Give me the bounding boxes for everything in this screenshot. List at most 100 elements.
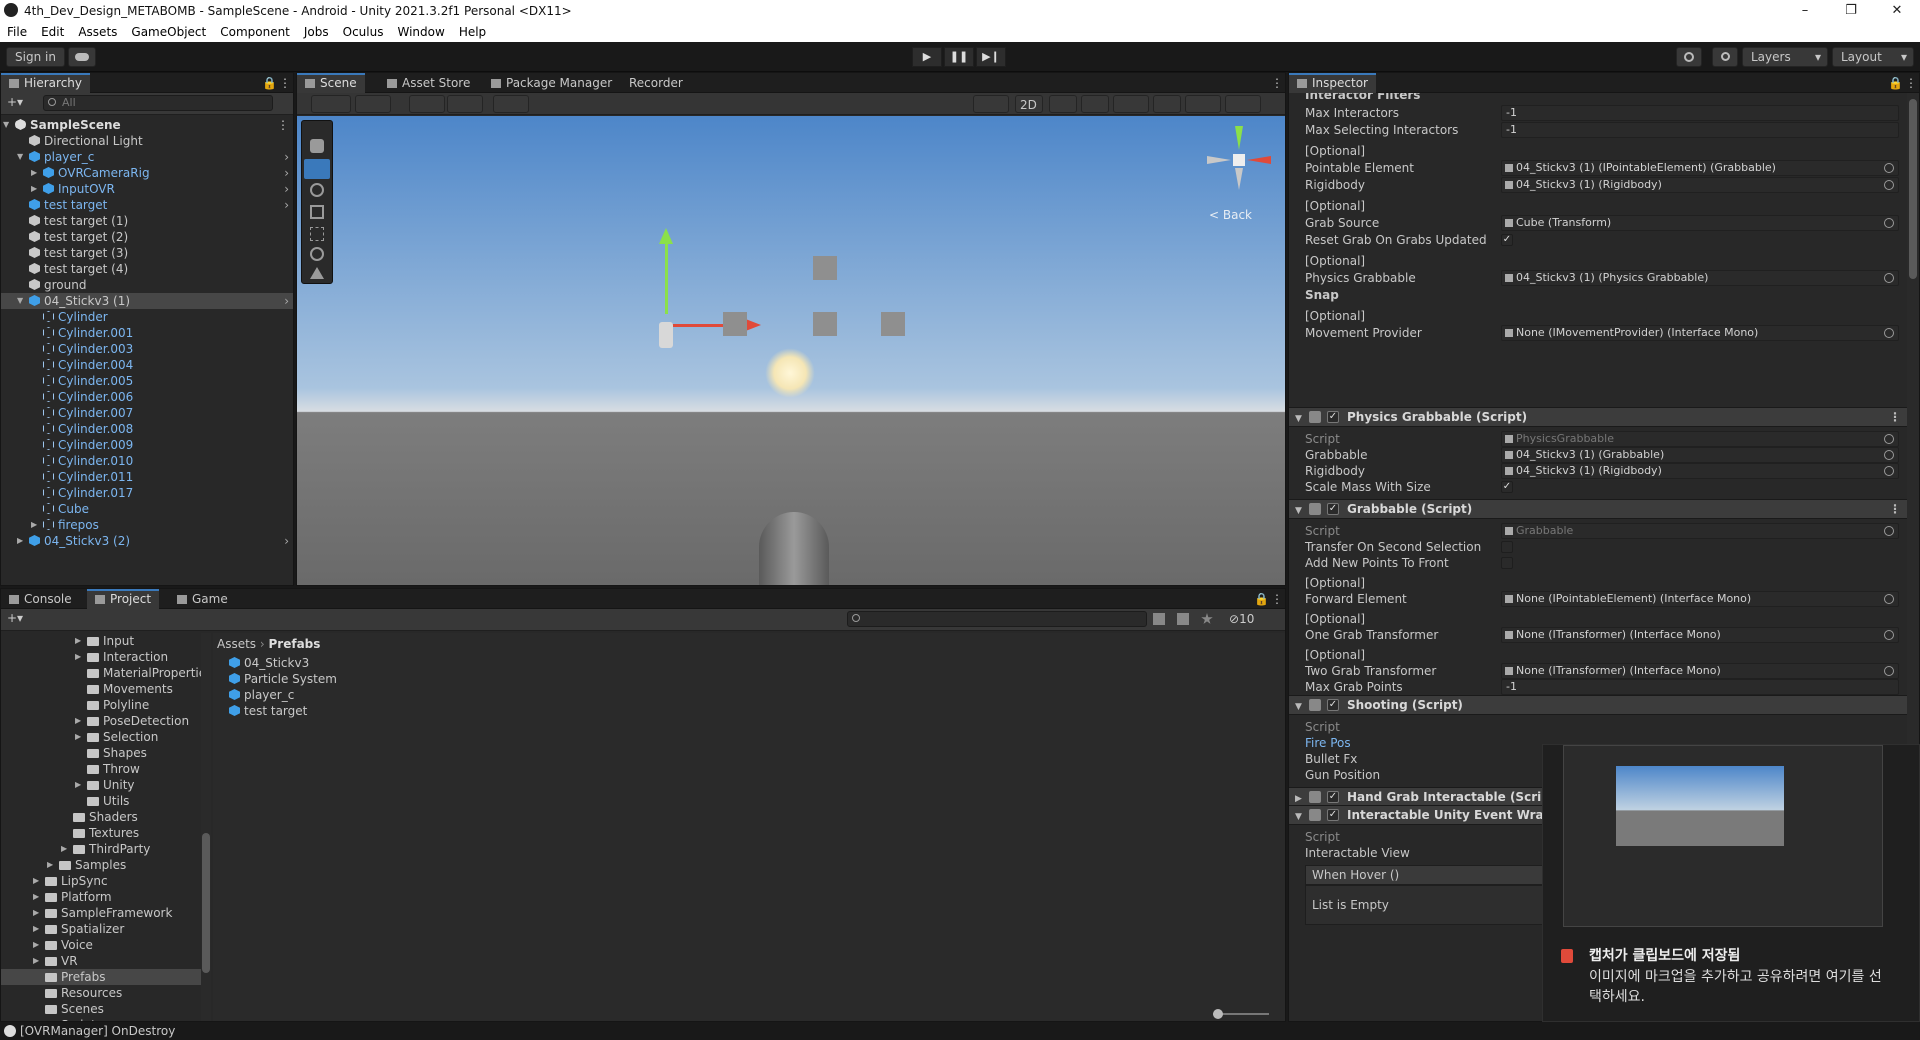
component-physics-grabbable[interactable]: ▼ ✓ Physics Grabbable (Script) ⋮ <box>1289 407 1907 427</box>
object-picker-icon[interactable] <box>1884 450 1894 460</box>
foldout-arrow-icon[interactable]: ▼ <box>1295 410 1302 428</box>
object-field[interactable]: None (ITransformer) (Interface Mono) <box>1501 663 1899 679</box>
hierarchy-item[interactable]: Cylinder.006 <box>1 389 293 405</box>
object-picker-icon[interactable] <box>1884 218 1894 228</box>
hidden-packages-count[interactable]: ⊘10 <box>1229 612 1254 626</box>
hierarchy-item[interactable]: ground <box>1 277 293 293</box>
foldout-collapsed-icon[interactable]: ▶ <box>75 713 81 729</box>
chevron-right-icon[interactable]: › <box>284 533 289 549</box>
checkbox[interactable]: ✓ <box>1501 481 1513 493</box>
object-field[interactable]: 04_Stickv3 (1) (Rigidbody) <box>1501 177 1899 193</box>
project-folder-item[interactable]: ▶ VR <box>1 953 201 969</box>
more-menu-icon[interactable]: ⋮ <box>1889 500 1901 518</box>
menu-component[interactable]: Component <box>213 22 297 42</box>
checkbox[interactable]: ✓ <box>1501 234 1513 246</box>
layers-dropdown[interactable]: Layers ▾ <box>1742 47 1828 67</box>
hierarchy-item[interactable]: Cylinder.003 <box>1 341 293 357</box>
chevron-right-icon[interactable]: › <box>284 181 289 197</box>
hierarchy-item[interactable]: test target (4) <box>1 261 293 277</box>
tab-scene[interactable]: Scene <box>297 73 365 93</box>
tab-asset-store[interactable]: Asset Store <box>379 73 478 93</box>
tab-package-manager[interactable]: Package Manager <box>483 73 620 93</box>
move-handle-y[interactable] <box>665 240 668 314</box>
lock-icon[interactable]: 🔒 <box>1888 73 1903 93</box>
project-folder-item[interactable]: Prefabs <box>1 969 201 985</box>
object-picker-icon[interactable] <box>1884 526 1894 536</box>
close-button[interactable]: ✕ <box>1874 0 1920 22</box>
2d-toggle-button[interactable]: 2D <box>1015 95 1043 113</box>
project-folder-item[interactable]: Scripts <box>1 1017 201 1021</box>
hierarchy-item[interactable]: ▼ SampleScene ⋮ <box>1 117 293 133</box>
hierarchy-item[interactable]: test target (2) <box>1 229 293 245</box>
foldout-expanded-icon[interactable]: ▼ <box>3 117 9 133</box>
chevron-right-icon[interactable]: › <box>284 149 289 165</box>
project-folder-item[interactable]: Textures <box>1 825 201 841</box>
object-picker-icon[interactable] <box>1884 273 1894 283</box>
component-enabled-checkbox[interactable]: ✓ <box>1327 503 1339 515</box>
increment-snap-dropdown[interactable] <box>447 95 483 113</box>
foldout-expanded-icon[interactable]: ▼ <box>17 149 23 165</box>
lighting-toggle-button[interactable] <box>1049 95 1077 113</box>
project-folder-item[interactable]: ▶ SampleFramework <box>1 905 201 921</box>
object-field[interactable]: PhysicsGrabbable <box>1501 431 1899 447</box>
tab-console[interactable]: Console <box>1 589 80 609</box>
foldout-collapsed-icon[interactable]: ▶ <box>75 649 81 665</box>
scene-object-cube[interactable] <box>723 312 747 336</box>
tab-inspector[interactable]: Inspector <box>1289 73 1376 93</box>
step-button[interactable]: ▶❙ <box>976 47 1006 67</box>
favorites-star-icon[interactable] <box>1201 613 1213 624</box>
project-folder-item[interactable]: ▶ Interaction <box>1 649 201 665</box>
scene-object-cube[interactable] <box>813 256 837 280</box>
project-folder-item[interactable]: ▶ Unity <box>1 777 201 793</box>
transform-tool-icon[interactable] <box>310 247 324 261</box>
foldout-collapsed-icon[interactable]: ▶ <box>33 905 39 921</box>
object-picker-icon[interactable] <box>1884 466 1894 476</box>
hierarchy-item[interactable]: Cylinder.004 <box>1 357 293 373</box>
project-folder-item[interactable]: ▶ Selection <box>1 729 201 745</box>
minimize-button[interactable]: – <box>1782 0 1828 22</box>
hierarchy-item[interactable]: Cylinder.007 <box>1 405 293 421</box>
breadcrumb-assets[interactable]: Assets <box>217 637 256 651</box>
rect-tool-icon[interactable] <box>310 227 324 241</box>
lock-icon[interactable]: 🔒 <box>1254 589 1269 609</box>
project-folder-item[interactable]: ▶ Spatializer <box>1 921 201 937</box>
foldout-arrow-icon[interactable]: ▼ <box>1295 502 1302 520</box>
project-folder-item[interactable]: Movements <box>1 681 201 697</box>
number-field[interactable]: -1 <box>1501 105 1899 121</box>
project-folder-item[interactable]: ▶ Input <box>1 633 201 649</box>
foldout-collapsed-icon[interactable]: ▶ <box>33 889 39 905</box>
number-field[interactable]: -1 <box>1501 122 1899 138</box>
lock-icon[interactable]: 🔒 <box>262 73 277 93</box>
slider-thumb[interactable] <box>1213 1009 1223 1019</box>
move-tool-icon[interactable] <box>304 159 330 179</box>
status-message[interactable]: [OVRManager] OnDestroy <box>20 1022 175 1040</box>
menu-file[interactable]: File <box>0 22 34 42</box>
project-folder-item[interactable]: Throw <box>1 761 201 777</box>
project-folder-item[interactable]: MaterialPropertie <box>1 665 201 681</box>
scene-object-stick[interactable] <box>659 322 673 348</box>
hierarchy-item[interactable]: ▶ InputOVR › <box>1 181 293 197</box>
draw-mode-dropdown[interactable] <box>311 95 351 113</box>
hierarchy-search-input[interactable]: All <box>43 95 273 111</box>
hierarchy-item[interactable]: Cylinder <box>1 309 293 325</box>
foldout-collapsed-icon[interactable]: ▶ <box>31 517 37 533</box>
more-menu-icon[interactable]: ⋮ <box>1271 589 1283 609</box>
scale-tool-icon[interactable] <box>310 205 324 219</box>
tab-recorder[interactable]: Recorder <box>621 73 691 93</box>
shading-dropdown[interactable] <box>355 95 391 113</box>
sign-in-button[interactable]: Sign in <box>6 47 65 67</box>
add-button[interactable]: +▾ <box>7 95 23 109</box>
more-menu-icon[interactable]: ⋮ <box>1905 73 1917 93</box>
foldout-collapsed-icon[interactable]: ▶ <box>61 841 67 857</box>
object-picker-icon[interactable] <box>1884 434 1894 444</box>
chevron-right-icon[interactable]: › <box>284 293 289 309</box>
component-enabled-checkbox[interactable]: ✓ <box>1327 791 1339 803</box>
scene-object-cube[interactable] <box>813 312 837 336</box>
tab-hierarchy[interactable]: Hierarchy <box>1 73 91 93</box>
object-field[interactable]: Cube (Transform) <box>1501 215 1899 231</box>
layout-dropdown[interactable]: Layout ▾ <box>1832 47 1914 67</box>
object-field[interactable]: 04_Stickv3 (1) (IPointableElement) (Grab… <box>1501 160 1899 176</box>
foldout-collapsed-icon[interactable]: ▶ <box>33 873 39 889</box>
component-enabled-checkbox[interactable]: ✓ <box>1327 699 1339 711</box>
project-folder-item[interactable]: ▶ Samples <box>1 857 201 873</box>
